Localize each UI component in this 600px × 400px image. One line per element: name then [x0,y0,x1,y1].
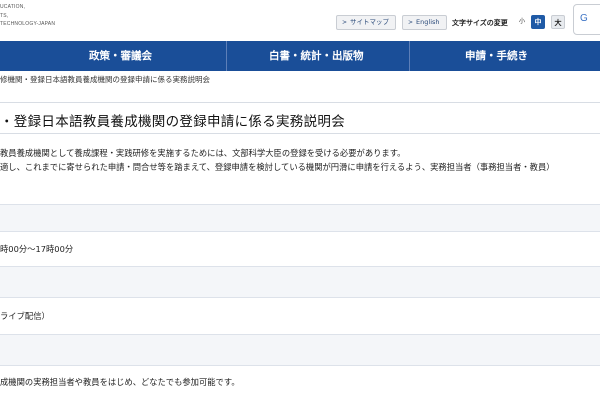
page-title: ・登録日本語教員養成機関の登録申請に係る実務説明会 [0,114,345,130]
detail-row-format [0,266,600,298]
nav-item-applications[interactable]: 申請・手続き [465,41,528,71]
detail-row-audience-header [0,334,600,366]
font-size-medium-button[interactable]: 中 [531,15,545,29]
sitemap-label: サイトマップ [350,18,390,26]
nav-item-policy[interactable]: 政策・審議会 [89,41,152,71]
nav-item-whitepaper[interactable]: 白書・統計・出版物 [269,41,364,71]
english-link[interactable]: > English [402,15,447,30]
logo-line: UCATION, [0,4,26,10]
intro-line: 教員養成機関として養成課程・実践研修を実施するためには、文部科学大臣の登録を受け… [0,148,406,158]
intro-line: 適し、これまでに寄せられた申請・問合せ等を踏まえて、登録申請を検討している機関が… [0,161,555,172]
font-size-large-button[interactable]: 大 [551,15,565,29]
search-input[interactable]: G [573,4,600,35]
sitemap-link[interactable]: > サイトマップ [336,15,397,30]
detail-time-value: 時00分～17時00分 [0,244,74,254]
global-nav: 政策・審議会 白書・統計・出版物 申請・手続き [0,41,600,71]
font-size-small-button[interactable]: 小 [515,15,529,29]
ministry-logo-text[interactable]: UCATION, TS, TECHNOLOGY-JAPAN [0,3,55,29]
font-size-label: 文字サイズの変更 [452,19,508,27]
detail-method-value: ライブ配信） [0,311,50,321]
chevron-right-icon: > [408,19,414,26]
chevron-right-icon: > [342,19,348,26]
nav-divider [226,41,227,71]
google-search-icon: G [580,13,588,24]
logo-line: TS, [0,12,9,19]
breadcrumb: 修機関・登録日本語教員養成機関の登録申請に係る実務説明会 [0,75,210,84]
logo-line: TECHNOLOGY-JAPAN [0,21,56,27]
nav-divider [409,41,410,71]
detail-row-date [0,204,600,232]
intro-text: 教員養成機関として養成課程・実践研修を実施するためには、文部科学大臣の登録を受け… [0,147,555,174]
site-header: UCATION, TS, TECHNOLOGY-JAPAN > サイトマップ > E… [0,0,600,40]
detail-audience-value: 成機関の実務担当者や教員をはじめ、どなたでも参加可能です。 [0,377,240,387]
english-label: English [416,18,440,26]
page-title-bar: ・登録日本語教員養成機関の登録申請に係る実務説明会 [0,102,600,134]
